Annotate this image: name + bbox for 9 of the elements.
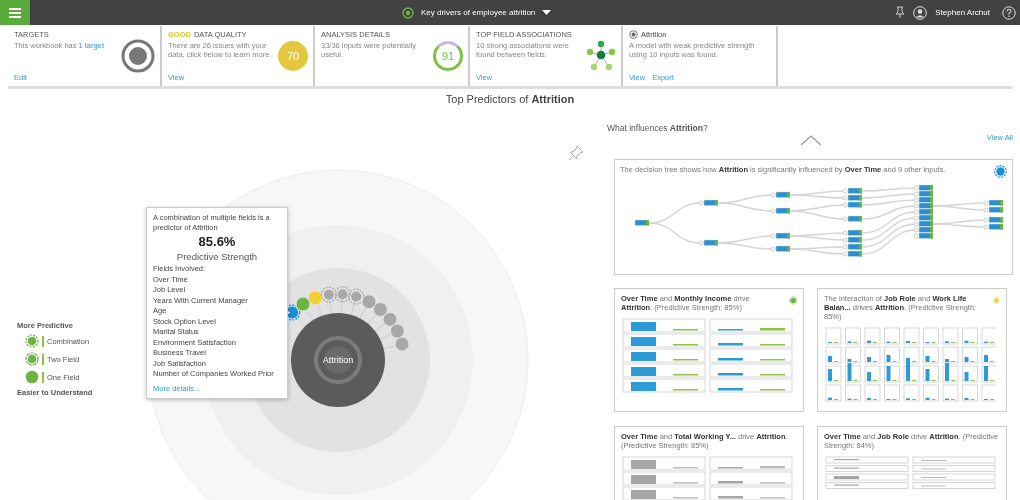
workbook-title[interactable]: Key drivers of employee attrition xyxy=(421,8,536,17)
analysis-score: 91 xyxy=(433,41,463,71)
target-label: Attrition xyxy=(322,355,354,365)
user-name[interactable]: Stephen Archut xyxy=(935,8,990,17)
strength-label: Predictive Strength xyxy=(175,251,259,262)
section-heading: What influences Attrition? xyxy=(607,123,708,133)
page-heading: Top Predictors of Attrition xyxy=(444,93,576,107)
strength-value: 85.6% xyxy=(197,234,237,249)
quality-score: 70 xyxy=(278,41,308,71)
